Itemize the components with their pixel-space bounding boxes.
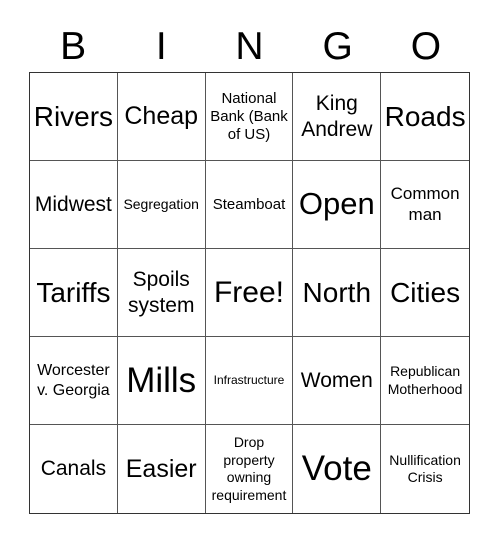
bingo-cell[interactable]: Spoils system	[117, 249, 206, 337]
bingo-cell[interactable]: Tariffs	[30, 249, 118, 337]
bingo-cell[interactable]: Nullification Crisis	[381, 425, 469, 513]
bingo-cell[interactable]: Cities	[381, 249, 469, 337]
bingo-cell[interactable]: Drop property owning requirement	[206, 425, 294, 513]
bingo-cell[interactable]: Midwest	[30, 161, 118, 249]
bingo-cell[interactable]: Canals	[30, 425, 118, 513]
bingo-cell[interactable]: Roads	[381, 73, 469, 161]
header-letter-o: O	[410, 25, 442, 68]
bingo-cell[interactable]: Women	[293, 337, 382, 425]
bingo-cell[interactable]: Mills	[117, 337, 206, 425]
bingo-cell[interactable]: Cheap	[117, 73, 206, 161]
bingo-cell[interactable]: Republican Motherhood	[381, 337, 469, 425]
bingo-cell[interactable]: King Andrew	[293, 73, 382, 161]
free-space-cell[interactable]: Free!	[205, 249, 294, 337]
bingo-grid: Rivers Cheap National Bank (Bank of US) …	[29, 72, 470, 514]
bingo-cell[interactable]: Easier	[118, 425, 206, 513]
bingo-cell[interactable]: Infrastructure	[205, 337, 294, 425]
bingo-cell[interactable]: Common man	[381, 161, 469, 249]
header-letter-g: G	[322, 25, 353, 68]
bingo-header: B I N G O	[29, 22, 470, 72]
bingo-cell[interactable]: Steamboat	[205, 161, 294, 249]
bingo-cell[interactable]: Open	[293, 161, 382, 249]
header-letter-i: I	[155, 25, 167, 68]
bingo-cell[interactable]: Worcester v. Georgia	[30, 337, 118, 425]
bingo-cell[interactable]: National Bank (Bank of US)	[205, 73, 294, 161]
header-letter-b: B	[60, 25, 87, 68]
header-letter-n: N	[235, 25, 264, 68]
bingo-cell[interactable]: North	[293, 249, 382, 337]
bingo-cell[interactable]: Segregation	[117, 161, 206, 249]
bingo-cell[interactable]: Vote	[293, 425, 382, 513]
bingo-cell[interactable]: Rivers	[30, 73, 118, 161]
